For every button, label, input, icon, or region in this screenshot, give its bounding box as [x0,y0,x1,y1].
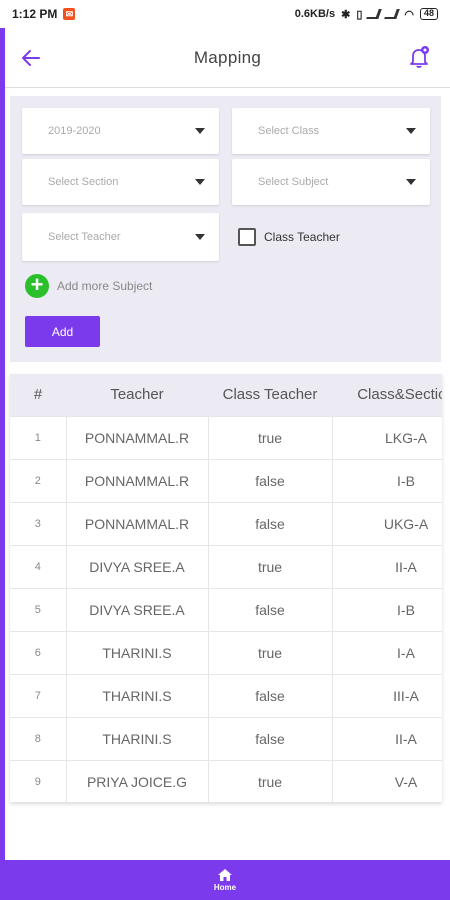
app-bar: Mapping [5,28,450,88]
mapping-table: # Teacher Class Teacher Class&Section 1 … [10,374,442,802]
class-select-placeholder: Select Class [258,125,320,137]
row-class-section: I-A [332,630,442,674]
notification-icon: ✉ [63,8,76,20]
row-class-section: V-A [332,759,442,802]
teacher-select-placeholder: Select Teacher [48,231,121,243]
row-number: 7 [10,673,67,717]
row-class-section: I-B [332,458,442,502]
table-row[interactable]: 4 DIVYA SREE.A true II-A [10,544,442,588]
mapping-form: 2019-2020 Select Class Select Section Se… [10,96,441,362]
row-number: 9 [10,759,67,802]
year-select-value: 2019-2020 [48,125,101,137]
row-class-teacher: false [208,458,333,502]
row-class-teacher: false [208,673,333,717]
year-select[interactable]: 2019-2020 [22,108,219,154]
header-class-section: Class&Section [357,386,442,404]
section-select-placeholder: Select Section [48,176,119,188]
row-number: 6 [10,630,67,674]
class-select[interactable]: Select Class [232,108,430,154]
row-class-teacher: true [208,544,333,588]
row-class-section: I-B [332,587,442,631]
table-row[interactable]: 9 PRIYA JOICE.G true V-A [10,759,442,802]
bluetooth-icon: ✱ [341,8,351,21]
row-class-section: II-A [332,544,442,588]
left-accent-stripe [0,28,5,860]
row-number: 1 [10,415,67,459]
class-teacher-label: Class Teacher [264,230,340,244]
status-icons: 0.6KB/s ✱ ▯ ◠ 48 [295,8,438,21]
header-teacher: Teacher [110,386,164,404]
bottom-nav: Home [0,860,450,900]
chevron-down-icon [195,128,205,134]
network-speed: 0.6KB/s [294,8,336,20]
row-class-section: LKG-A [332,415,442,459]
battery-icon: 48 [419,8,438,20]
row-teacher: PONNAMMAL.R [66,501,209,545]
row-class-teacher: false [208,587,333,631]
row-teacher: THARINI.S [66,630,209,674]
table-row[interactable]: 3 PONNAMMAL.R false UKG-A [10,501,442,545]
row-teacher: THARINI.S [66,716,209,760]
row-number: 4 [10,544,67,588]
row-class-teacher: true [208,415,333,459]
chevron-down-icon [195,179,205,185]
row-teacher: DIVYA SREE.A [66,544,209,588]
chevron-down-icon [195,234,205,240]
table-row[interactable]: 6 THARINI.S true I-A [10,630,442,674]
row-number: 5 [10,587,67,631]
subject-select[interactable]: Select Subject [232,159,430,205]
row-class-teacher: false [208,501,333,545]
row-number: 3 [10,501,67,545]
row-class-teacher: true [208,759,333,802]
section-select[interactable]: Select Section [22,159,219,205]
status-time: 1:12 PM [12,7,58,21]
page-title: Mapping [193,47,262,67]
row-number: 8 [10,716,67,760]
chevron-down-icon [406,128,416,134]
add-button[interactable]: Add [25,316,100,347]
add-more-subject[interactable]: + Add more Subject [25,274,152,298]
home-tab-label[interactable]: Home [214,883,236,892]
table-header-row: # Teacher Class Teacher Class&Section [10,374,442,416]
vibrate-icon: ▯ [356,8,363,21]
notification-bell-icon[interactable] [406,44,432,70]
row-class-teacher: true [208,630,333,674]
wifi-icon: ◠ [404,8,414,21]
row-teacher: DIVYA SREE.A [66,587,209,631]
signal-icon-2 [384,9,401,19]
signal-icon [366,9,383,19]
chevron-down-icon [406,179,416,185]
row-teacher: THARINI.S [66,673,209,717]
header-class-teacher: Class Teacher [222,386,318,404]
table-row[interactable]: 5 DIVYA SREE.A false I-B [10,587,442,631]
row-teacher: PONNAMMAL.R [66,415,209,459]
row-class-section: III-A [332,673,442,717]
back-arrow-icon[interactable] [19,46,43,70]
table-row[interactable]: 7 THARINI.S false III-A [10,673,442,717]
status-bar: 1:12 PM ✉ 0.6KB/s ✱ ▯ ◠ 48 [0,0,450,28]
row-class-section: II-A [332,716,442,760]
row-class-teacher: false [208,716,333,760]
subject-select-placeholder: Select Subject [258,176,329,188]
class-teacher-checkbox[interactable] [238,228,256,246]
header-number: # [33,386,43,404]
add-more-subject-label: Add more Subject [57,279,153,293]
teacher-select[interactable]: Select Teacher [22,213,219,261]
table-row[interactable]: 8 THARINI.S false II-A [10,716,442,760]
table-row[interactable]: 2 PONNAMMAL.R false I-B [10,458,442,502]
class-teacher-option[interactable]: Class Teacher [238,228,340,246]
row-teacher: PONNAMMAL.R [66,458,209,502]
row-teacher: PRIYA JOICE.G [66,759,209,802]
table-row[interactable]: 1 PONNAMMAL.R true LKG-A [10,415,442,459]
row-number: 2 [10,458,67,502]
plus-circle-icon[interactable]: + [25,274,49,298]
row-class-section: UKG-A [332,501,442,545]
home-icon[interactable] [217,868,233,882]
